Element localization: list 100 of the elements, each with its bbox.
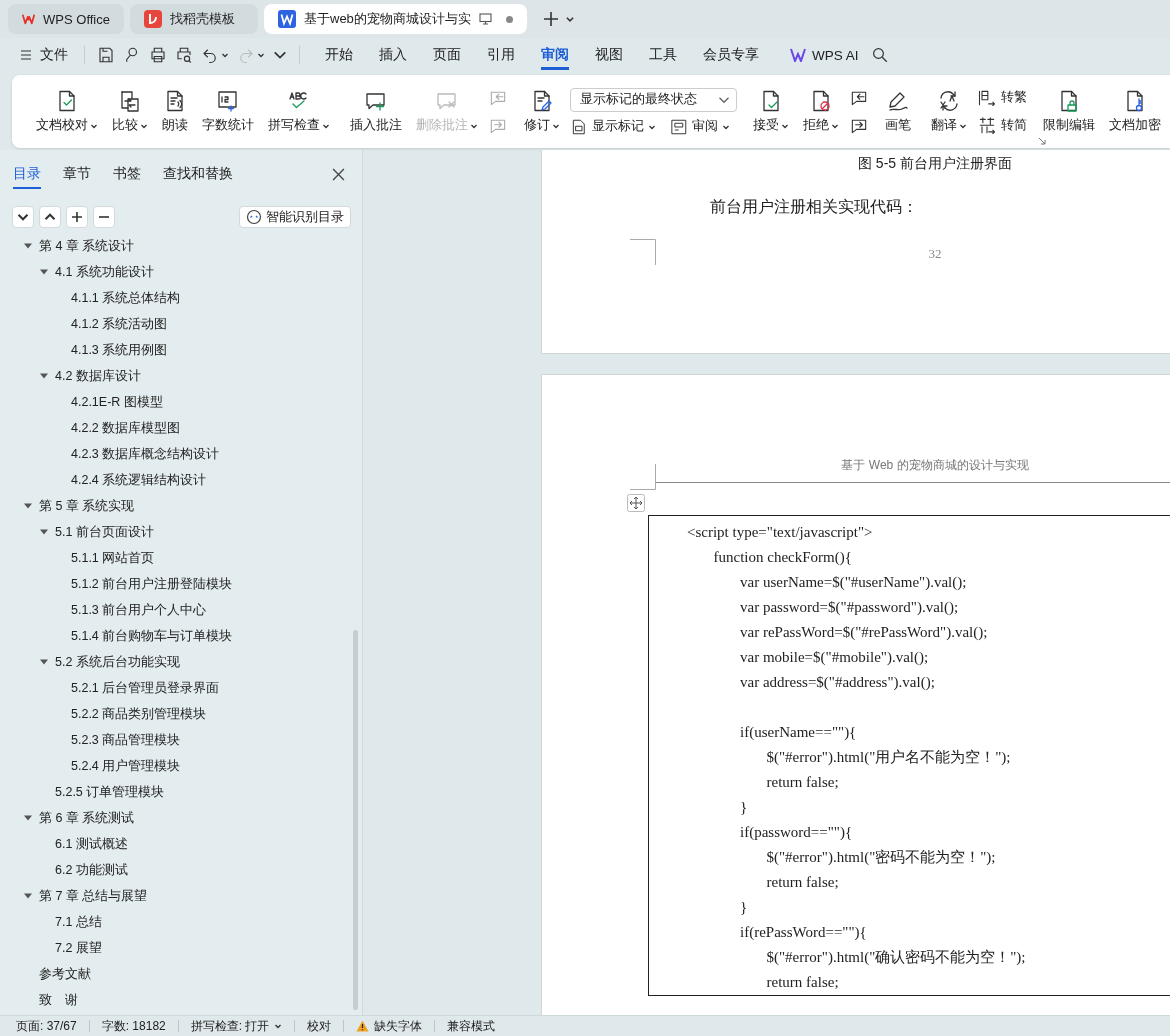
pane-tab[interactable]: 查找和替换 bbox=[163, 159, 233, 189]
ai-button[interactable]: WPS AI bbox=[790, 47, 859, 63]
toc-item[interactable]: 第 6 章 系统测试 bbox=[39, 809, 135, 827]
ribbon-tab[interactable]: 页面 bbox=[433, 40, 461, 70]
window-tab[interactable]: 找稻壳模板 bbox=[130, 4, 258, 34]
pane-tab[interactable]: 目录 bbox=[13, 159, 41, 189]
expand-arrow-icon[interactable] bbox=[40, 528, 48, 536]
toc-item[interactable]: 致 谢 bbox=[39, 991, 78, 1009]
toc-item[interactable]: 5.2 系统后台功能实现 bbox=[55, 653, 180, 671]
dialog-launcher-icon[interactable] bbox=[1038, 137, 1046, 145]
code-line: return false; bbox=[765, 973, 840, 992]
ribbon-button[interactable]: 比较 bbox=[108, 87, 152, 136]
status-item[interactable]: 页面: 37/67 bbox=[16, 1017, 77, 1035]
ribbon-button[interactable]: 画笔 bbox=[881, 87, 915, 136]
toc-item[interactable]: 7.1 总结 bbox=[55, 913, 102, 931]
paragraph: 前台用户注册相关实现代码： bbox=[709, 197, 919, 217]
markup-icon bbox=[570, 117, 588, 136]
ribbon-tab[interactable]: 审阅 bbox=[541, 40, 569, 70]
undo-icon[interactable] bbox=[201, 46, 219, 64]
add-button[interactable] bbox=[66, 206, 88, 228]
toc-item[interactable]: 4.1.2 系统活动图 bbox=[71, 315, 168, 333]
toc-item[interactable]: 5.2.2 商品类别管理模块 bbox=[71, 705, 207, 723]
toc-item[interactable]: 4.2.3 数据库概念结构设计 bbox=[71, 445, 220, 463]
toc-item[interactable]: 4.1.1 系统总体结构 bbox=[71, 289, 181, 307]
status-item[interactable]: 兼容模式 bbox=[447, 1017, 496, 1035]
new-tab-icon[interactable] bbox=[542, 11, 559, 27]
ribbon-small-button[interactable]: 显示标记 bbox=[570, 117, 656, 136]
ribbon-button[interactable]: 插入批注 bbox=[346, 87, 406, 136]
ribbon-tab[interactable]: 工具 bbox=[649, 40, 677, 70]
search-icon[interactable] bbox=[870, 46, 889, 64]
move-handle-icon[interactable] bbox=[627, 494, 645, 512]
toc-item[interactable]: 6.1 测试概述 bbox=[55, 835, 128, 853]
expand-arrow-icon[interactable] bbox=[40, 658, 48, 666]
toc-item[interactable]: 第 5 章 系统实现 bbox=[39, 497, 135, 515]
expand-arrow-icon[interactable] bbox=[40, 268, 48, 276]
markup-select[interactable]: 显示标记的最终状态 bbox=[570, 87, 737, 112]
toc-item[interactable]: 参考文献 bbox=[39, 965, 91, 983]
ribbon-tab[interactable]: 视图 bbox=[595, 40, 623, 70]
collapse-button[interactable] bbox=[12, 206, 34, 228]
code-line: if(password==""){ bbox=[739, 823, 854, 842]
status-item[interactable]: 拼写检查: 打开 bbox=[190, 1017, 270, 1035]
ribbon-button[interactable]: 翻译 bbox=[927, 87, 971, 136]
ribbon-button[interactable]: 修订 bbox=[520, 87, 564, 136]
tab-list-caret-icon[interactable] bbox=[564, 14, 575, 24]
toc-item[interactable]: 4.2 数据库设计 bbox=[55, 367, 141, 385]
ribbon-tab[interactable]: 开始 bbox=[325, 40, 353, 70]
print-preview-icon[interactable] bbox=[175, 46, 193, 64]
toc-item[interactable]: 4.1.3 系统用例图 bbox=[71, 341, 168, 359]
ribbon-small-button[interactable]: 转简 bbox=[977, 115, 1027, 136]
toc-item[interactable]: 6.2 功能测试 bbox=[55, 861, 128, 879]
toc-item[interactable]: 第 4 章 系统设计 bbox=[39, 237, 135, 255]
ribbon-button[interactable]: 文档校对 bbox=[32, 87, 102, 136]
toc-item[interactable]: 4.1 系统功能设计 bbox=[55, 263, 154, 281]
toc-item[interactable]: 5.1.1 网站首页 bbox=[71, 549, 155, 567]
ribbon-small-button[interactable]: 转繁 bbox=[977, 87, 1027, 108]
chevron-down-icon bbox=[17, 211, 29, 223]
scrollbar[interactable] bbox=[353, 630, 358, 1010]
print-icon[interactable] bbox=[149, 46, 167, 64]
ribbon-button[interactable]: 文档加密 bbox=[1105, 87, 1165, 136]
toc-item[interactable]: 5.2.3 商品管理模块 bbox=[71, 731, 181, 749]
toc-item[interactable]: 5.1.2 前台用户注册登陆模块 bbox=[71, 575, 233, 593]
toc-item[interactable]: 5.1.4 前台购物车与订单模块 bbox=[71, 627, 233, 645]
toc-item[interactable]: 5.2.1 后台管理员登录界面 bbox=[71, 679, 220, 697]
toc-item[interactable]: 4.2.4 系统逻辑结构设计 bbox=[71, 471, 207, 489]
expand-arrow-icon[interactable] bbox=[24, 814, 32, 822]
status-item[interactable]: 校对 bbox=[307, 1017, 332, 1035]
window-tab[interactable]: 基于web的宠物商城设计与实 bbox=[264, 4, 527, 34]
expand-button[interactable] bbox=[39, 206, 61, 228]
ribbon-button[interactable]: 限制编辑 bbox=[1039, 87, 1099, 136]
expand-arrow-icon[interactable] bbox=[24, 892, 32, 900]
expand-arrow-icon[interactable] bbox=[40, 372, 48, 380]
toc-item[interactable]: 4.2.2 数据库模型图 bbox=[71, 419, 181, 437]
window-tab[interactable]: WPS Office bbox=[8, 4, 124, 34]
file-menu[interactable]: 文件 bbox=[16, 42, 72, 68]
expand-arrow-icon[interactable] bbox=[24, 242, 32, 250]
ribbon-tab[interactable]: 插入 bbox=[379, 40, 407, 70]
expand-arrow-icon[interactable] bbox=[24, 502, 32, 510]
toc-item[interactable]: 7.2 展望 bbox=[55, 939, 102, 957]
toc-item[interactable]: 5.2.5 订单管理模块 bbox=[55, 783, 165, 801]
ribbon-button[interactable]: 拒绝 bbox=[799, 87, 843, 136]
pane-tab[interactable]: 书签 bbox=[113, 159, 141, 189]
toc-item[interactable]: 4.2.1E-R 图模型 bbox=[71, 393, 163, 411]
ribbon-button[interactable]: 朗读 bbox=[158, 87, 192, 136]
ribbon-tab[interactable]: 会员专享 bbox=[703, 40, 759, 70]
toc-item[interactable]: 5.2.4 用户管理模块 bbox=[71, 757, 181, 775]
smart-toc-button[interactable]: 智能识别目录 bbox=[239, 206, 351, 228]
toc-item[interactable]: 5.1 前台页面设计 bbox=[55, 523, 154, 541]
pane-tab[interactable]: 章节 bbox=[63, 159, 91, 189]
save-icon[interactable] bbox=[97, 46, 115, 64]
toc-item[interactable]: 第 7 章 总结与展望 bbox=[39, 887, 148, 905]
toc-item[interactable]: 5.1.3 前台用户个人中心 bbox=[71, 601, 207, 619]
ribbon-button[interactable]: 接受 bbox=[749, 87, 793, 136]
ribbon-small-button[interactable]: 审阅 bbox=[670, 117, 730, 136]
ribbon-button[interactable]: 字数统计 bbox=[198, 87, 258, 136]
ribbon-tab[interactable]: 引用 bbox=[487, 40, 515, 70]
status-item[interactable]: 字数: 18182 bbox=[101, 1017, 166, 1035]
ribbon-button[interactable]: 拼写检查 bbox=[264, 87, 334, 136]
status-item[interactable]: 缺失字体 bbox=[374, 1017, 423, 1035]
close-icon[interactable] bbox=[332, 168, 345, 181]
remove-button[interactable] bbox=[93, 206, 115, 228]
